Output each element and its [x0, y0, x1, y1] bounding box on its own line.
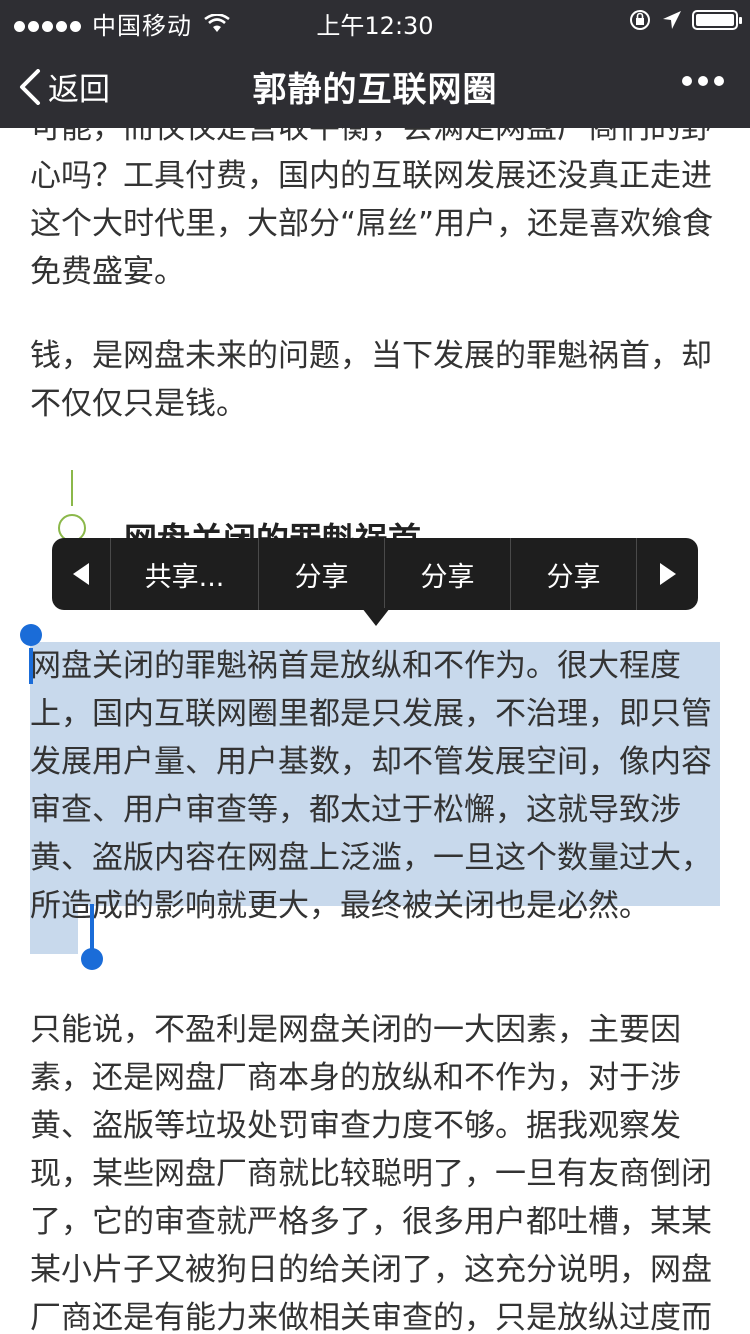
selected-paragraph[interactable]: 网盘关闭的罪魁祸首是放纵和不作为。很大程度上，国内互联网圈里都是只发展，不治理，…: [30, 642, 720, 954]
more-dots-icon[interactable]: [676, 76, 724, 86]
arrow-right-icon: [659, 563, 676, 585]
battery-icon: [692, 10, 742, 30]
selected-paragraph-text: 网盘关闭的罪魁祸首是放纵和不作为。很大程度上，国内互联网圈里都是只发展，不治理，…: [30, 648, 712, 924]
page-title: 郭静的互联网圈: [252, 70, 498, 110]
article-body: 可能，而仅仅是营收平衡，会满足网盘厂商们的野心吗？工具付费，国内的互联网发展还没…: [30, 128, 720, 1334]
menu-item-share-3[interactable]: 分享: [510, 538, 636, 610]
paragraph-clipped: 可能，而仅仅是营收平衡，会满足网盘厂商们的野心吗？工具付费，国内的互联网发展还没…: [30, 128, 714, 290]
paragraph-conclusion: 只能说，不盈利是网盘关闭的一大因素，主要因素，还是网盘厂商本身的放纵和不作为，对…: [30, 1012, 712, 1334]
nav-bar: 返回 郭静的互联网圈: [0, 40, 750, 128]
selection-start-handle[interactable]: [20, 624, 42, 646]
rotation-lock-icon: [630, 10, 650, 30]
context-menu-pointer: [362, 608, 390, 626]
text-context-menu: 共享... 分享 分享 分享: [52, 538, 698, 610]
selection-start-caret: [29, 648, 33, 684]
menu-item-share-more[interactable]: 共享...: [110, 538, 258, 610]
menu-prev-button[interactable]: [52, 538, 110, 610]
location-arrow-icon: [663, 11, 681, 29]
selection-end-caret: [90, 904, 94, 950]
menu-item-share-1[interactable]: 分享: [258, 538, 384, 610]
paragraph-money: 钱，是网盘未来的问题，当下发展的罪魁祸首，却不仅仅只是钱。: [30, 338, 712, 422]
arrow-left-icon: [73, 563, 89, 585]
selection-end-handle[interactable]: [81, 948, 103, 970]
menu-item-share-2[interactable]: 分享: [384, 538, 510, 610]
menu-next-button[interactable]: [636, 538, 698, 610]
status-bar: 中国移动 上午12:30: [0, 0, 750, 40]
heading-decoration-line: [71, 470, 73, 506]
